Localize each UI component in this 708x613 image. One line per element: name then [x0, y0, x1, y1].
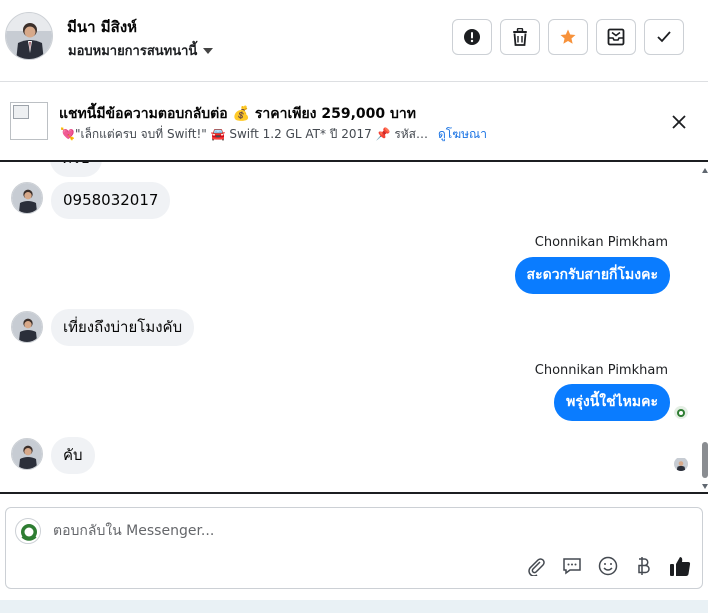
baht-icon — [638, 557, 650, 575]
page-avatar — [15, 518, 41, 544]
assign-conversation-dropdown[interactable]: มอบหมายการสนทนานี้ — [68, 40, 214, 61]
reply-composer — [5, 507, 703, 589]
composer-tools — [524, 554, 692, 578]
close-banner-button[interactable] — [668, 111, 690, 133]
alert-icon — [464, 29, 480, 45]
mark-unread-button[interactable] — [596, 19, 636, 55]
star-button[interactable] — [548, 19, 588, 55]
read-receipt-avatar — [674, 405, 688, 419]
delete-button[interactable] — [500, 19, 540, 55]
scrollbar-thumb[interactable] — [702, 442, 708, 478]
check-icon — [657, 31, 671, 43]
message-bubble-outgoing[interactable]: สะดวกรับสายกี่โมงคะ — [514, 257, 670, 294]
message-bubble-incoming[interactable]: คับ — [51, 437, 95, 474]
caret-down-icon — [203, 47, 214, 54]
sender-name: Chonnikan Pimkham — [534, 363, 668, 378]
close-icon — [672, 115, 686, 129]
scroll-down-icon[interactable] — [702, 484, 708, 489]
message-bubble-incoming[interactable]: 0958032017 — [51, 182, 171, 219]
saved-reply-icon — [563, 558, 581, 575]
mark-unread-icon — [607, 28, 625, 46]
message-bubble-incoming[interactable]: เที่ยงถึงบ่ายโมงคับ — [51, 309, 195, 346]
scrollbar[interactable] — [702, 162, 708, 492]
payment-button[interactable] — [632, 554, 656, 578]
emoji-icon — [598, 556, 618, 576]
attach-button[interactable] — [524, 554, 548, 578]
attach-icon — [528, 558, 545, 576]
message-bubble-outgoing[interactable]: พรุ่งนี้ใช่ไหมคะ — [554, 384, 670, 421]
ad-thumbnail[interactable] — [10, 102, 48, 140]
avatar[interactable] — [11, 311, 43, 343]
message-thread[interactable]: ครับ 0958032017 Chonnikan Pimkham สะดวกร… — [0, 162, 708, 494]
header-actions — [452, 19, 684, 55]
scroll-up-icon[interactable] — [702, 168, 708, 173]
avatar[interactable] — [11, 182, 43, 214]
report-spam-button[interactable] — [452, 19, 492, 55]
ad-context-banner: แชทนี้มีข้อความตอบกลับต่อ 💰 ราคาเพียง 25… — [0, 82, 708, 162]
inbox-conversation: มีนา มีสิงห์ มอบหมายการสนทนานี้ แชทนี้มี… — [0, 0, 708, 613]
seen-avatar — [674, 457, 688, 471]
assign-label: มอบหมายการสนทนานี้ — [68, 44, 198, 59]
page-footer-strip — [0, 600, 708, 613]
conversation-header: มีนา มีสิงห์ มอบหมายการสนทนานี้ — [0, 0, 708, 82]
mark-done-button[interactable] — [644, 19, 684, 55]
contact-name: มีนา มีสิงห์ — [67, 18, 138, 36]
ad-title: แชทนี้มีข้อความตอบกลับต่อ 💰 ราคาเพียง 25… — [59, 106, 417, 122]
like-button[interactable] — [668, 554, 692, 578]
emoji-button[interactable] — [596, 554, 620, 578]
star-icon — [560, 29, 576, 44]
trash-icon — [513, 28, 527, 46]
message-bubble-incoming[interactable]: ครับ — [50, 162, 102, 177]
like-icon — [670, 557, 691, 576]
sender-name: Chonnikan Pimkham — [534, 235, 668, 250]
ad-subtitle: 💘"เล็กแต่ครบ จบที่ Swift!" 🚘 Swift 1.2 G… — [60, 127, 430, 141]
avatar[interactable] — [5, 12, 53, 60]
avatar[interactable] — [11, 438, 43, 470]
saved-replies-button[interactable] — [560, 554, 584, 578]
view-ad-link[interactable]: ดูโฆษณา — [438, 125, 487, 144]
reply-input[interactable] — [53, 520, 653, 542]
